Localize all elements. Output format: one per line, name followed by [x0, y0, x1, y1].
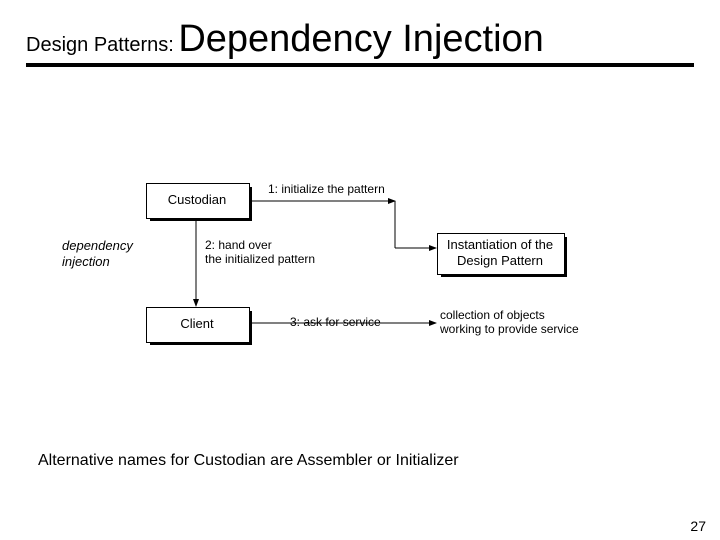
footer-text: Alternative names for Custodian are Asse… [38, 452, 459, 470]
title-main: Dependency Injection [178, 18, 543, 60]
edge-label-3: 3: ask for service [290, 315, 381, 329]
node-instantiation: Instantiation of the Design Pattern [437, 233, 563, 273]
title-prefix: Design Patterns: [26, 34, 174, 56]
page-number: 27 [690, 518, 706, 534]
edge-label-2: 2: hand over the initialized pattern [205, 238, 315, 267]
title-rule [26, 63, 694, 67]
edge-label-3-right: collection of objects working to provide… [440, 308, 579, 337]
side-label-di: dependency injection [62, 238, 133, 269]
node-custodian: Custodian [146, 183, 248, 217]
diagram-area: Custodian Client Instantiation of the De… [0, 180, 720, 400]
node-client: Client [146, 307, 248, 341]
edge-label-1: 1: initialize the pattern [268, 182, 385, 196]
arrows-svg [0, 180, 720, 400]
